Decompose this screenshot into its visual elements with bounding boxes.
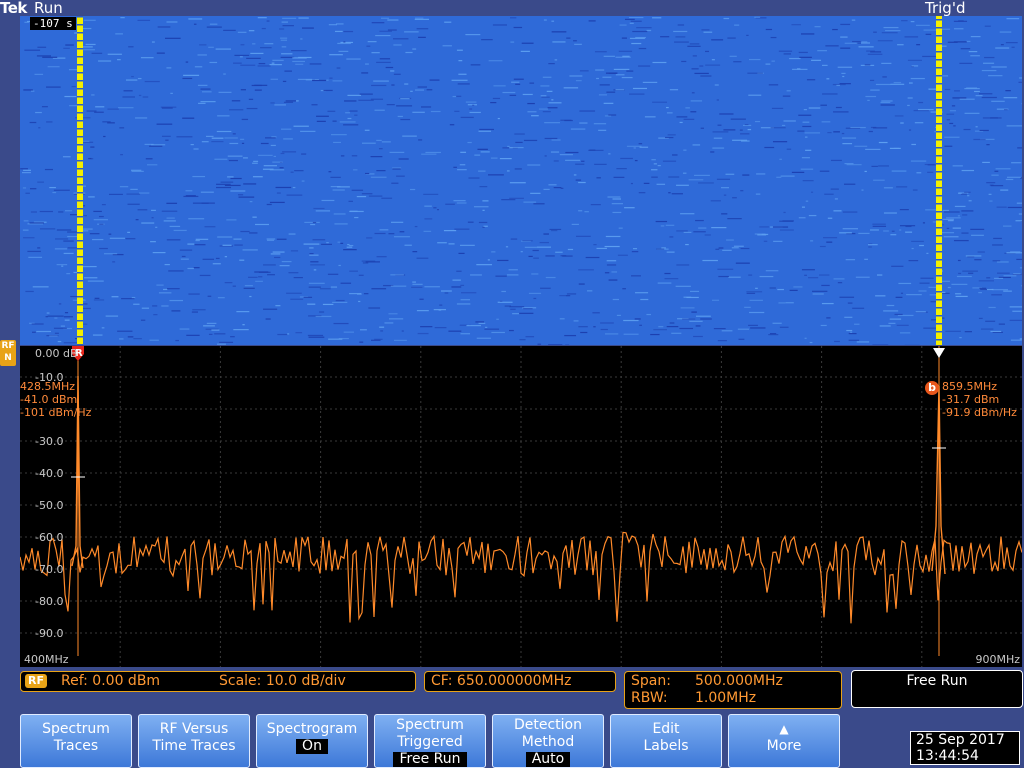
rf-badge: RF [25,674,47,688]
softkey-label: Edit [652,721,680,737]
spectrum-display: R 0.00 dB -10.0 -30.0 -40.0 -50.0 -60.0 … [20,346,1022,667]
spectrogram-display: -107 s [20,16,1022,345]
start-frequency: 400MHz [24,653,69,666]
softkey-label: Triggered [397,734,463,750]
y-axis-label-ref: 0.00 dB [35,347,78,360]
reference-level: Ref: 0.00 dBm [61,673,161,689]
top-status-bar: Tek Run Trig'd [0,0,1024,17]
marker-b-density: -91.9 dBm/Hz [942,406,1017,419]
rbw-label: RBW: [631,690,668,706]
y-axis-label: -90.0 [35,627,64,640]
softkey-label: Detection [513,717,582,733]
spectrogram-canvas [20,16,1022,345]
y-axis-label: -70.0 [35,563,64,576]
span-rbw-readout[interactable]: Span: 500.000MHz RBW: 1.00MHz [624,671,842,709]
marker-r-frequency: 428.5MHz [20,380,76,393]
softkey-value: Free Run [393,752,467,767]
spectrogram-button[interactable]: Spectrogram On [256,714,368,768]
marker-r-density: -101 dBm/Hz [20,406,92,419]
run-state: Run [34,0,63,17]
more-button[interactable]: ▲ More [728,714,840,768]
trigger-state: Trig'd [925,0,966,17]
softkey-label: Labels [643,738,689,754]
trigger-position-icon [933,348,945,358]
y-axis-label: -40.0 [35,467,64,480]
softkey-label: RF Versus [159,721,229,737]
y-axis-label: -60.0 [35,531,64,544]
marker-r-readout: 428.5MHz -41.0 dBm -101 dBm/Hz [20,380,91,419]
marker-b-frequency: 859.5MHz [942,380,998,393]
stop-frequency: 900MHz [975,653,1020,666]
center-frequency: CF: 650.000000MHz [431,673,572,689]
softkey-label: Traces [53,738,99,754]
spectrum-canvas: R [20,346,1022,667]
rf-versus-time-traces-button[interactable]: RF Versus Time Traces [138,714,250,768]
rbw-value: 1.00MHz [695,690,757,706]
detection-method-button[interactable]: Detection Method Auto [492,714,604,768]
tek-logo: Tek [0,0,27,17]
edit-labels-button[interactable]: Edit Labels [610,714,722,768]
time: 13:44:54 [916,748,979,764]
softkey-label: Spectrum [396,717,464,733]
ref-scale-readout[interactable]: RF Ref: 0.00 dBm Scale: 10.0 dB/div [20,671,416,692]
y-axis-label: -50.0 [35,499,64,512]
softkey-label: More [766,738,802,754]
marker-b-power: -31.7 dBm [942,393,1000,406]
y-axis-label: -30.0 [35,435,64,448]
rf-channel-badge[interactable]: RF N [0,340,16,366]
marker-b-badge[interactable]: b [925,381,939,395]
softkey-value: Auto [525,752,571,767]
center-frequency-readout[interactable]: CF: 650.000000MHz [424,671,616,692]
vertical-scale: Scale: 10.0 dB/div [219,673,346,689]
softkey-label: Spectrogram [266,721,358,737]
y-axis-label: -80.0 [35,595,64,608]
spectrum-triggered-button[interactable]: Spectrum Triggered Free Run [374,714,486,768]
date: 25 Sep 2017 [916,732,1005,748]
softkey-label: Method [521,734,575,750]
date-time-display: 25 Sep 2017 13:44:54 [910,731,1020,765]
softkey-label: Time Traces [152,738,236,754]
softkey-value: On [296,739,328,754]
marker-b-readout: 859.5MHz -31.7 dBm -91.9 dBm/Hz [942,380,1017,419]
spectrum-traces-button[interactable]: Spectrum Traces [20,714,132,768]
acquisition-mode: Free Run [851,670,1023,708]
spectrogram-time-label: -107 s [30,17,76,30]
softkey-label: Spectrum [42,721,110,737]
up-arrow-icon: ▲ [779,722,789,736]
marker-r-power: -41.0 dBm [20,393,78,406]
